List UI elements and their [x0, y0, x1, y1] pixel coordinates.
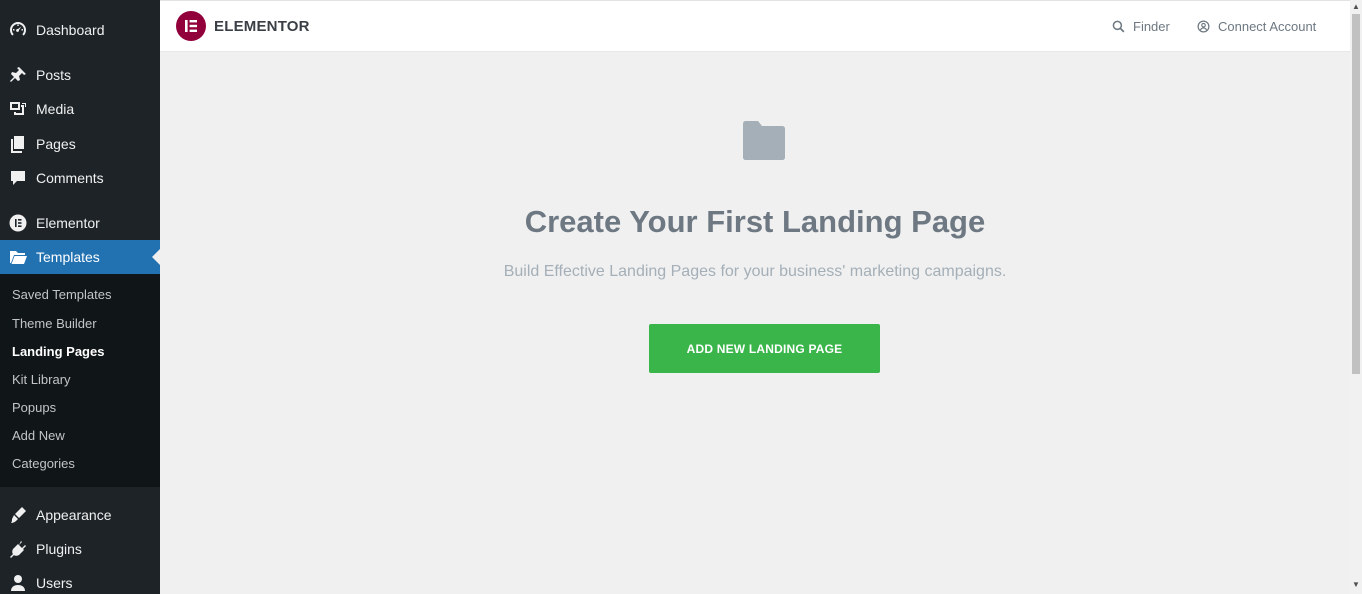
menu-label: Media [36, 101, 75, 117]
scroll-up-arrow-icon[interactable]: ▲ [1352, 2, 1360, 12]
comment-icon [0, 168, 36, 188]
page-scrollbar[interactable]: ▲ ▼ [1350, 0, 1362, 594]
menu-label: Users [36, 575, 73, 591]
submenu-item-add-new[interactable]: Add New [12, 426, 65, 446]
menu-label: Posts [36, 67, 72, 83]
menu-item-users[interactable]: Users [0, 566, 160, 594]
menu-item-appearance[interactable]: Appearance [0, 498, 160, 532]
menu-item-templates[interactable]: Templates [0, 240, 160, 274]
menu-label: Elementor [36, 215, 100, 231]
dashboard-icon [0, 20, 36, 40]
add-new-landing-page-button[interactable]: ADD NEW LANDING PAGE [649, 324, 880, 373]
menu-label: Templates [36, 249, 100, 265]
scrollbar-thumb[interactable] [1352, 14, 1360, 374]
pages-icon [0, 134, 36, 154]
menu-label: Plugins [36, 541, 82, 557]
empty-state-title: Create Your First Landing Page [524, 204, 986, 239]
menu-item-posts[interactable]: Posts [0, 58, 160, 92]
submenu-item-saved-templates[interactable]: Saved Templates [12, 285, 112, 305]
landing-pages-empty-state: Create Your First Landing Page Build Eff… [160, 52, 1350, 594]
menu-item-comments[interactable]: Comments [0, 161, 160, 195]
submenu-item-kit-library[interactable]: Kit Library [12, 370, 71, 390]
finder-button[interactable]: Finder [1112, 19, 1170, 34]
elementor-icon [0, 213, 36, 233]
menu-label: Appearance [36, 507, 112, 523]
menu-item-plugins[interactable]: Plugins [0, 532, 160, 566]
admin-sidebar: Dashboard Posts Media Pages Comments Ele… [0, 0, 160, 594]
scroll-down-arrow-icon[interactable]: ▼ [1352, 580, 1360, 590]
finder-label: Finder [1133, 19, 1170, 34]
user-circle-icon [1197, 20, 1210, 33]
connect-account-label: Connect Account [1218, 19, 1317, 34]
folder-icon [743, 121, 785, 160]
menu-label: Comments [36, 170, 104, 186]
user-icon [0, 573, 36, 593]
elementor-top-bar: ELEMENTOR Finder Connect Account [160, 0, 1350, 52]
submenu-item-categories[interactable]: Categories [12, 454, 75, 474]
plugin-icon [0, 539, 36, 559]
menu-item-pages[interactable]: Pages [0, 127, 160, 161]
submenu-item-theme-builder[interactable]: Theme Builder [12, 314, 97, 334]
menu-label: Pages [36, 136, 76, 152]
empty-state-subtitle: Build Effective Landing Pages for your b… [503, 263, 1007, 280]
templates-submenu: Saved Templates Theme Builder Landing Pa… [0, 274, 160, 487]
menu-label: Dashboard [36, 22, 105, 38]
search-icon [1112, 20, 1125, 33]
brand-title: ELEMENTOR [214, 18, 310, 35]
elementor-logo-icon [176, 11, 206, 41]
menu-item-media[interactable]: Media [0, 92, 160, 126]
brush-icon [0, 505, 36, 525]
media-icon [0, 99, 36, 119]
folder-open-icon [0, 247, 36, 267]
menu-item-elementor[interactable]: Elementor [0, 206, 160, 240]
submenu-item-popups[interactable]: Popups [12, 398, 56, 418]
menu-item-dashboard[interactable]: Dashboard [0, 13, 160, 47]
submenu-item-landing-pages[interactable]: Landing Pages [12, 342, 104, 362]
connect-account-button[interactable]: Connect Account [1197, 19, 1316, 34]
pushpin-icon [0, 65, 36, 85]
